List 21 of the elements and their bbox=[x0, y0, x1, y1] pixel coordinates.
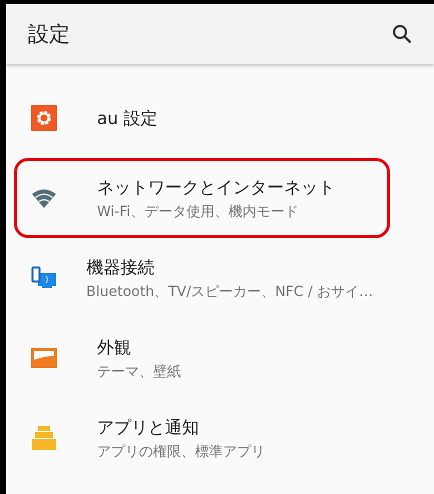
item-title: au 設定 bbox=[97, 108, 158, 130]
item-subtitle: Bluetooth、TV/スピーカー、NFC / おサイ… bbox=[86, 282, 373, 300]
devices-icon bbox=[31, 266, 57, 290]
page-title: 設定 bbox=[28, 21, 70, 48]
settings-item[interactable]: 外観 テーマ、壁紙 bbox=[14, 318, 390, 398]
search-icon[interactable] bbox=[392, 24, 412, 44]
wifi-icon bbox=[31, 188, 57, 208]
settings-item[interactable]: アプリと通知 アプリの権限、標準アプリ bbox=[14, 398, 390, 478]
display-icon bbox=[31, 348, 57, 368]
item-title: 機器接続 bbox=[86, 256, 156, 278]
settings-item[interactable]: 機器接続 Bluetooth、TV/スピーカー、NFC / おサイ… bbox=[14, 238, 390, 318]
item-title: ネットワークとインターネット bbox=[97, 176, 335, 198]
item-title: アプリと通知 bbox=[97, 416, 200, 438]
item-title: 外観 bbox=[97, 336, 132, 358]
item-subtitle: テーマ、壁紙 bbox=[97, 362, 181, 380]
apps-icon bbox=[31, 426, 57, 450]
settings-item[interactable]: ネットワークとインターネット Wi-Fi、データ使用、機内モード bbox=[14, 158, 390, 238]
settings-item[interactable]: au 設定 bbox=[14, 78, 390, 158]
item-subtitle: Wi-Fi、データ使用、機内モード bbox=[97, 202, 300, 220]
item-subtitle: アプリの権限、標準アプリ bbox=[97, 442, 265, 460]
gear-icon bbox=[31, 105, 57, 131]
